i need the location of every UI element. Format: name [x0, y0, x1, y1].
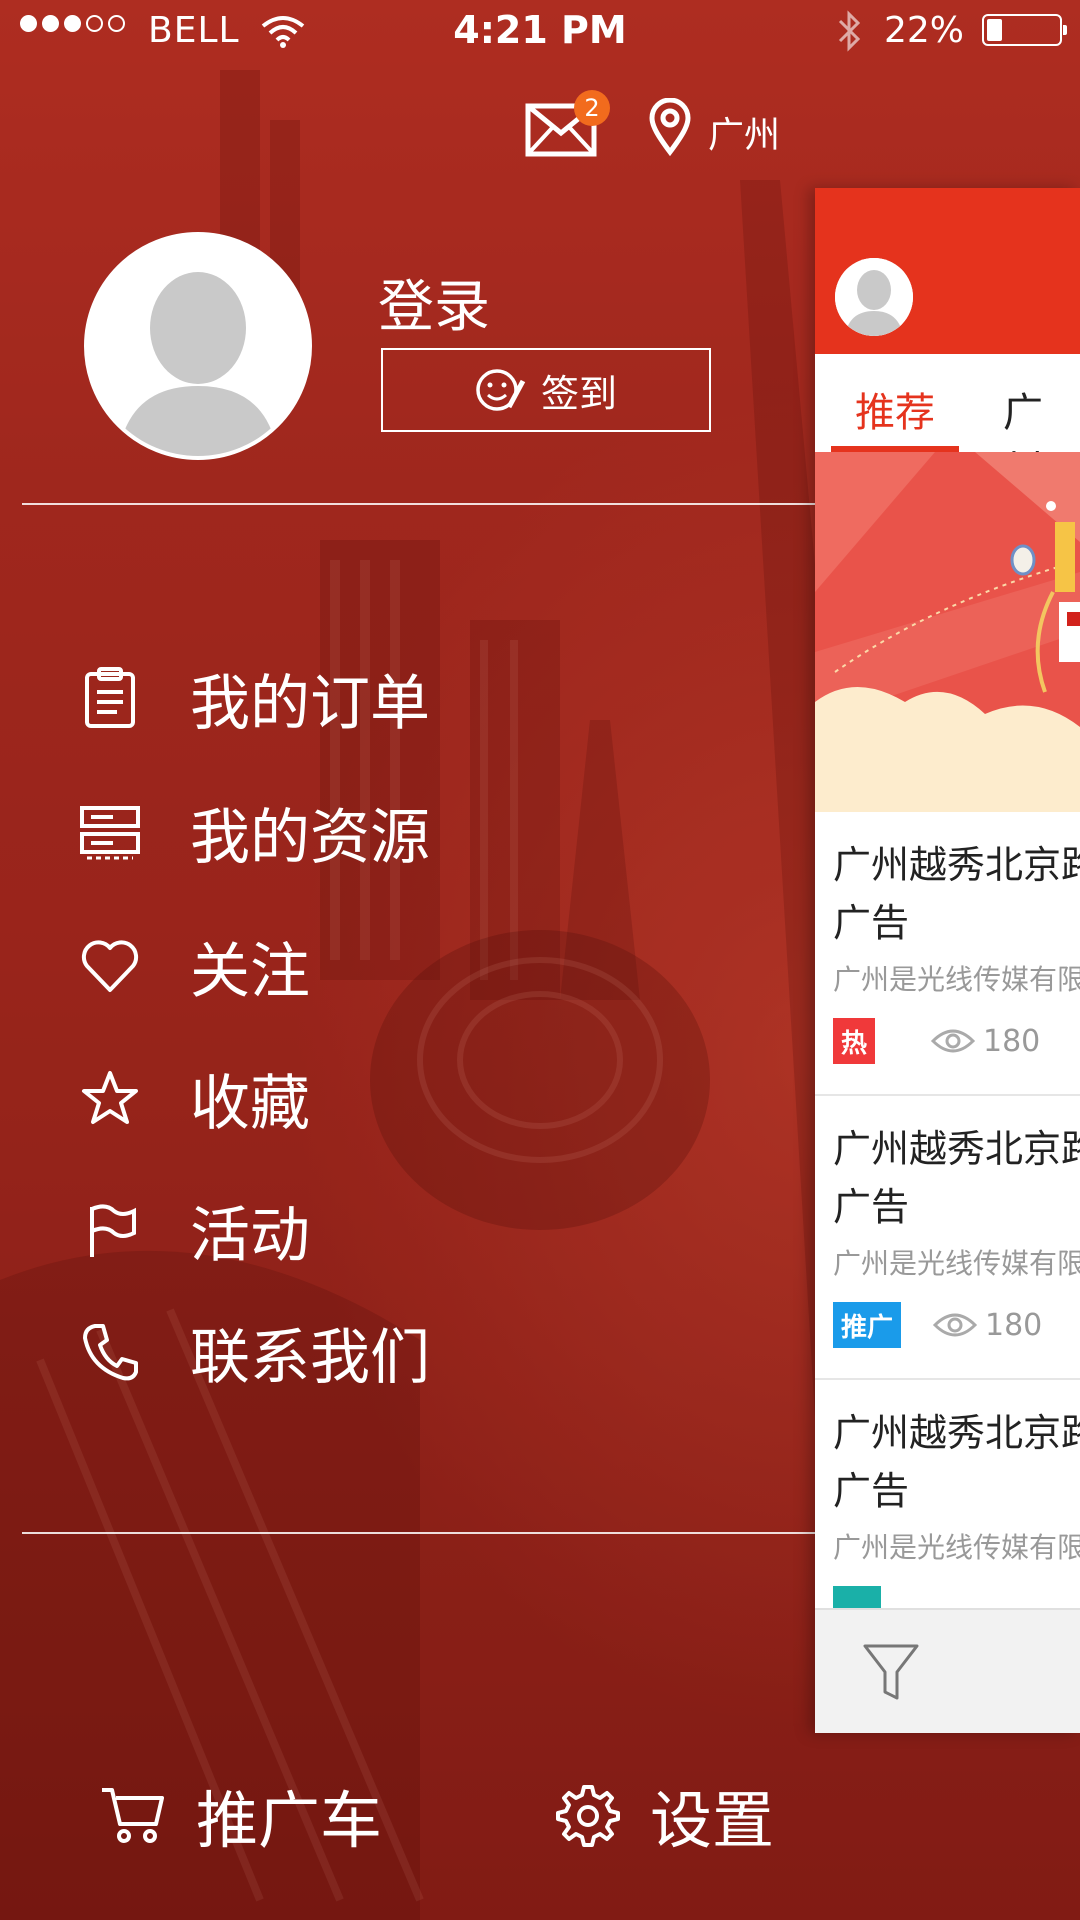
- bluetooth-icon: [838, 10, 861, 52]
- filter-icon[interactable]: [861, 1640, 921, 1704]
- panel-tabs: 推荐 广州: [815, 354, 1080, 494]
- panel-footer-bar: [815, 1608, 1080, 1733]
- location-city[interactable]: 广州: [708, 106, 780, 158]
- battery-percent: 22%: [884, 10, 965, 51]
- divider-top: [22, 503, 816, 505]
- menu-label-orders: 我的订单: [190, 668, 430, 739]
- news-title: 广州越秀北京路 广告: [833, 843, 1080, 945]
- menu-item-orders[interactable]: 我的订单: [72, 648, 672, 748]
- view-count: 180: [933, 1302, 1042, 1348]
- hot-tag: 热: [833, 1018, 876, 1064]
- eye-icon: [933, 1313, 977, 1337]
- smile-pen-icon: [476, 369, 526, 411]
- status-bar: BELL 4:21 PM 22%: [0, 0, 1080, 60]
- default-avatar-icon: [835, 258, 913, 336]
- news-item[interactable]: 广州越秀北京路 广告 广州是光线传媒有限 推广 180: [815, 1096, 1080, 1380]
- message-count-badge: 2: [574, 90, 610, 126]
- flag-icon: [72, 1201, 148, 1259]
- user-avatar[interactable]: [84, 232, 312, 460]
- clipboard-icon: [72, 666, 148, 730]
- phone-icon: [72, 1322, 148, 1382]
- menu-label-follow: 关注: [190, 936, 310, 1007]
- menu-label-resources: 我的资源: [190, 802, 430, 873]
- star-icon: [72, 1069, 148, 1127]
- divider-bottom: [22, 1532, 816, 1534]
- promo-tag: 推广: [833, 1302, 902, 1348]
- menu-item-follow[interactable]: 关注: [72, 916, 672, 1016]
- view-count-value: 180: [985, 1307, 1043, 1343]
- heart-icon: [72, 938, 148, 994]
- default-avatar-icon: [88, 236, 308, 456]
- menu-label-favorites: 收藏: [190, 1068, 310, 1139]
- promo-cart-label: 推广车: [196, 1784, 383, 1857]
- view-count-value: 180: [983, 1023, 1041, 1059]
- news-description: 广州是光线传媒有限: [833, 1247, 1080, 1280]
- menu-item-resources[interactable]: 我的资源: [72, 782, 672, 882]
- news-title: 广州越秀北京路 广告: [833, 1127, 1080, 1229]
- checkin-label: 签到: [540, 373, 617, 416]
- battery-icon: [982, 14, 1067, 46]
- battery-level-fill: [987, 19, 1002, 41]
- server-icon: [72, 804, 148, 860]
- main-app-preview[interactable]: 推荐 广州 广州越秀北京路 广告 广州是光线传媒有限 热: [815, 188, 1080, 1733]
- settings-button[interactable]: 设置: [556, 1770, 774, 1860]
- login-link[interactable]: 登录: [378, 262, 490, 343]
- view-count: 180: [931, 1018, 1040, 1064]
- checkin-button[interactable]: 签到: [381, 348, 711, 432]
- menu-label-contact: 联系我们: [190, 1322, 430, 1393]
- menu-item-activities[interactable]: 活动: [72, 1180, 672, 1280]
- news-item[interactable]: 广州越秀北京路 广告 广州是光线传媒有限 热 180: [815, 812, 1080, 1096]
- panel-avatar[interactable]: [835, 258, 913, 336]
- menu-item-favorites[interactable]: 收藏: [72, 1048, 672, 1148]
- menu-label-activities: 活动: [190, 1200, 310, 1271]
- cart-icon: [100, 1784, 166, 1846]
- gear-icon: [556, 1783, 620, 1847]
- news-title: 广州越秀北京路 广告: [833, 1411, 1080, 1513]
- eye-icon: [931, 1029, 975, 1053]
- menu-item-contact[interactable]: 联系我们: [72, 1302, 672, 1402]
- news-description: 广州是光线传媒有限: [833, 1531, 1080, 1564]
- tab-recommend[interactable]: 推荐: [855, 380, 935, 438]
- settings-label: 设置: [650, 1784, 775, 1857]
- location-pin-icon[interactable]: [648, 98, 692, 156]
- promo-cart-button[interactable]: 推广车: [100, 1770, 382, 1860]
- news-description: 广州是光线传媒有限: [833, 963, 1080, 996]
- panel-header-bar: [815, 188, 1080, 354]
- promo-banner-image[interactable]: [815, 452, 1080, 812]
